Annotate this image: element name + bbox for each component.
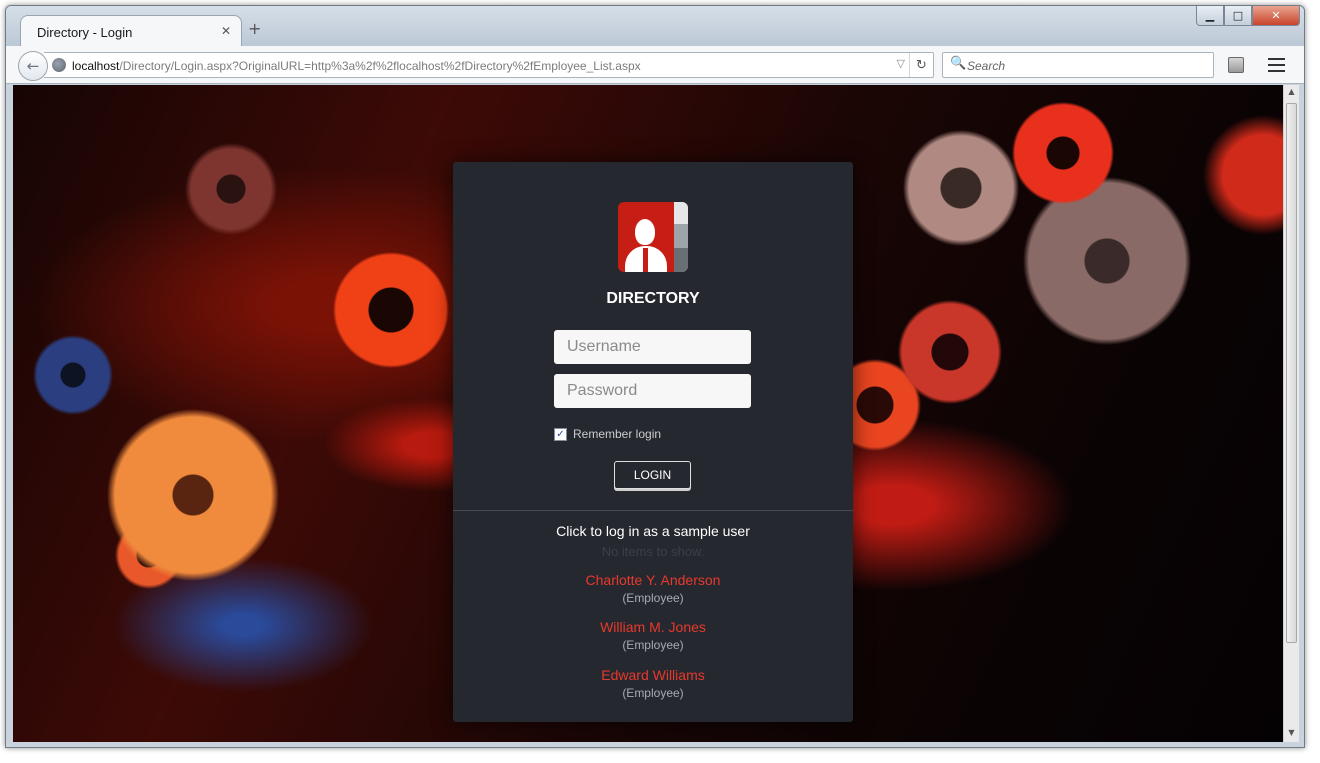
- globe-icon: [52, 58, 66, 72]
- reload-icon[interactable]: ↻: [909, 53, 933, 77]
- directory-logo-icon: [618, 202, 688, 272]
- browser-tab[interactable]: Directory - Login ✕: [20, 15, 242, 47]
- app-title: DIRECTORY: [606, 290, 700, 307]
- tab-title: Directory - Login: [37, 25, 133, 40]
- scroll-thumb[interactable]: [1286, 103, 1297, 643]
- new-tab-icon[interactable]: +: [248, 19, 261, 38]
- sample-user-item[interactable]: Edward Williams (Employee): [453, 667, 853, 700]
- back-arrow-icon[interactable]: ←: [18, 51, 48, 81]
- search-icon: 🔍: [950, 56, 967, 71]
- window-controls: ▁ □ ✕: [1196, 6, 1300, 26]
- url-dropdown-icon[interactable]: ▽: [897, 57, 905, 70]
- hamburger-menu-icon[interactable]: [1268, 58, 1285, 72]
- scroll-up-icon[interactable]: ▲: [1284, 87, 1299, 99]
- minimize-button[interactable]: ▁: [1196, 6, 1224, 26]
- navigation-bar: localhost/Directory/Login.aspx?OriginalU…: [6, 46, 1304, 84]
- title-bar: Directory - Login ✕ + ▁ □ ✕: [6, 6, 1304, 47]
- url-host: localhost: [72, 59, 120, 73]
- page-background: DIRECTORY ✓ Remember login LOGIN Click t…: [13, 85, 1283, 742]
- notepad-icon[interactable]: [1228, 57, 1244, 73]
- remember-checkbox[interactable]: ✓: [554, 427, 567, 441]
- search-input[interactable]: [967, 57, 1207, 74]
- login-panel: DIRECTORY ✓ Remember login LOGIN Click t…: [453, 162, 853, 722]
- url-text[interactable]: localhost/Directory/Login.aspx?OriginalU…: [72, 59, 641, 73]
- tab-close-icon[interactable]: ✕: [221, 24, 231, 38]
- sample-user-name[interactable]: Charlotte Y. Anderson: [453, 572, 853, 588]
- username-input[interactable]: [554, 330, 751, 364]
- no-items-text: No items to show.: [601, 544, 705, 559]
- scroll-down-icon[interactable]: ▼: [1284, 728, 1299, 740]
- close-window-button[interactable]: ✕: [1252, 6, 1300, 26]
- sample-user-role: (Employee): [622, 686, 684, 700]
- search-bar[interactable]: 🔍: [942, 52, 1214, 78]
- login-button[interactable]: LOGIN: [614, 461, 691, 489]
- sample-user-name[interactable]: Edward Williams: [453, 667, 853, 683]
- address-bar[interactable]: localhost/Directory/Login.aspx?OriginalU…: [44, 52, 934, 78]
- divider: [453, 510, 853, 511]
- url-path: /Directory/Login.aspx?OriginalURL=http%3…: [119, 59, 641, 73]
- maximize-button[interactable]: □: [1224, 6, 1252, 26]
- browser-window: Directory - Login ✕ + ▁ □ ✕ localhost/Di…: [5, 5, 1305, 748]
- sample-user-role: (Employee): [622, 638, 684, 652]
- sample-user-header: Click to log in as a sample user: [556, 523, 750, 539]
- remember-login[interactable]: ✓ Remember login: [554, 427, 661, 441]
- password-input[interactable]: [554, 374, 751, 408]
- sample-user-role: (Employee): [622, 591, 684, 605]
- sample-user-item[interactable]: William M. Jones (Employee): [453, 619, 853, 652]
- remember-label[interactable]: Remember login: [573, 427, 661, 441]
- sample-user-item[interactable]: Charlotte Y. Anderson (Employee): [453, 572, 853, 605]
- sample-user-name[interactable]: William M. Jones: [453, 619, 853, 635]
- vertical-scrollbar[interactable]: ▲ ▼: [1283, 85, 1299, 742]
